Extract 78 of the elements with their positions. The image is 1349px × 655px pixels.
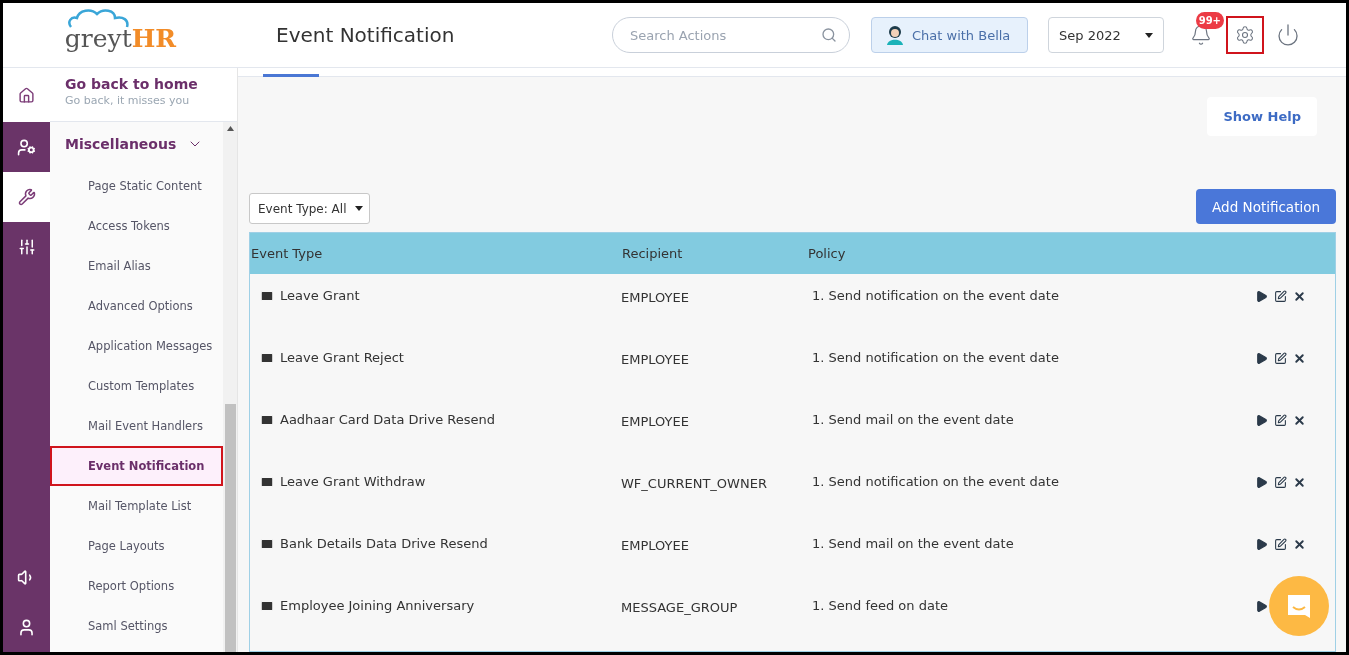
play-icon[interactable]	[1255, 476, 1268, 489]
event-type-cell: Aadhaar Card Data Drive Resend	[280, 412, 495, 427]
nav-item[interactable]: Mail Template List	[50, 486, 223, 526]
tab-indicator	[263, 74, 319, 77]
play-icon[interactable]	[1255, 414, 1268, 427]
event-type-cell: Leave Grant Withdraw	[280, 474, 426, 489]
sliders-icon	[17, 238, 36, 256]
policy-cell-text: 1. Send feed on date	[811, 598, 949, 613]
home-link-subtitle: Go back, it misses you	[65, 94, 191, 107]
settings-icon	[1235, 25, 1255, 45]
edit-icon[interactable]	[1274, 414, 1287, 427]
recipient-cell-text: MESSAGE_GROUP	[621, 599, 739, 615]
nav-item[interactable]: Event Notification	[50, 446, 223, 486]
column-header: Recipient	[621, 246, 684, 261]
section-header[interactable]: Miscellaneous	[50, 122, 223, 166]
policy-cell-text: 1. Send mail on the event date	[811, 536, 1015, 551]
section-title: Miscellaneous	[65, 136, 177, 152]
event-type-filter[interactable]: Event Type: All	[249, 193, 370, 224]
recipient-cell-text: WF_CURRENT_OWNER	[621, 475, 768, 491]
bell-icon	[1190, 24, 1212, 46]
column-header: Event Type	[250, 246, 324, 261]
play-icon[interactable]	[1255, 352, 1268, 365]
settings-button[interactable]	[1226, 16, 1264, 54]
play-icon[interactable]	[1255, 538, 1268, 551]
add-notification-button[interactable]: Add Notification	[1196, 189, 1336, 224]
event-type-cell: Leave Grant	[280, 288, 360, 303]
edit-icon[interactable]	[1274, 290, 1287, 303]
caret-icon	[354, 206, 363, 211]
notification-badge: 99+	[1195, 12, 1224, 29]
avatar-icon	[886, 25, 904, 45]
logo: greytHR	[64, 17, 177, 53]
close-icon[interactable]	[1293, 290, 1306, 303]
nav-item[interactable]: Page Static Content	[50, 166, 223, 206]
home-link-title: Go back to home	[65, 76, 199, 92]
nav-item[interactable]: Mail Event Handlers	[50, 406, 223, 446]
nav-item[interactable]: Custom Templates	[50, 366, 223, 406]
event-type-cell: Bank Details Data Drive Resend	[280, 536, 488, 551]
close-icon[interactable]	[1293, 476, 1306, 489]
home-icon	[18, 86, 35, 104]
search-icon	[821, 27, 837, 43]
chat-button[interactable]: Chat with Bella	[871, 17, 1028, 53]
period-dropdown[interactable]: Sep 2022	[1048, 17, 1164, 53]
policy-cell-text: 1. Send mail on the event date	[811, 412, 1015, 427]
recipient-cell-text: EMPLOYEE	[621, 351, 690, 367]
nav-item[interactable]: Report Options	[50, 566, 223, 606]
scroll-up-icon[interactable]	[226, 126, 234, 131]
event-type-cell: Leave Grant Reject	[280, 350, 404, 365]
nav-item[interactable]: Saml Settings	[50, 606, 223, 646]
show-help-button[interactable]: Show Help	[1207, 97, 1317, 136]
play-icon[interactable]	[1255, 290, 1268, 303]
close-icon[interactable]	[1293, 352, 1306, 365]
policy-cell-text: 1. Send notification on the event date	[811, 288, 1060, 303]
policy-cell-text: 1. Send notification on the event date	[811, 350, 1060, 365]
recipient-cell-text: EMPLOYEE	[621, 413, 690, 429]
power-icon	[1276, 23, 1300, 47]
close-icon[interactable]	[1293, 538, 1306, 551]
user-icon	[17, 617, 36, 637]
caret-icon	[1145, 32, 1153, 38]
nav-item[interactable]: Application Messages	[50, 326, 223, 366]
nav-item[interactable]: Access Tokens	[50, 206, 223, 246]
edit-icon[interactable]	[1274, 352, 1287, 365]
column-header: Policy	[807, 246, 847, 261]
close-icon[interactable]	[1293, 414, 1306, 427]
wrench-icon	[17, 188, 36, 206]
nav-item[interactable]: Email Alias	[50, 246, 223, 286]
edit-icon[interactable]	[1274, 538, 1287, 551]
page-title: Event Notification	[275, 23, 456, 47]
scrollbar[interactable]	[223, 122, 237, 652]
chat-icon	[1285, 592, 1313, 620]
nav-item[interactable]: Advanced Options	[50, 286, 223, 326]
play-icon[interactable]	[1255, 600, 1268, 613]
recipient-cell-text: EMPLOYEE	[621, 289, 690, 305]
edit-icon[interactable]	[1274, 476, 1287, 489]
event-type-cell: Employee Joining Anniversary	[280, 598, 475, 613]
nav-item[interactable]: Page Layouts	[50, 526, 223, 566]
user-gear-icon	[17, 137, 36, 157]
recipient-cell-text: EMPLOYEE	[621, 537, 690, 553]
policy-cell-text: 1. Send notification on the event date	[811, 474, 1060, 489]
